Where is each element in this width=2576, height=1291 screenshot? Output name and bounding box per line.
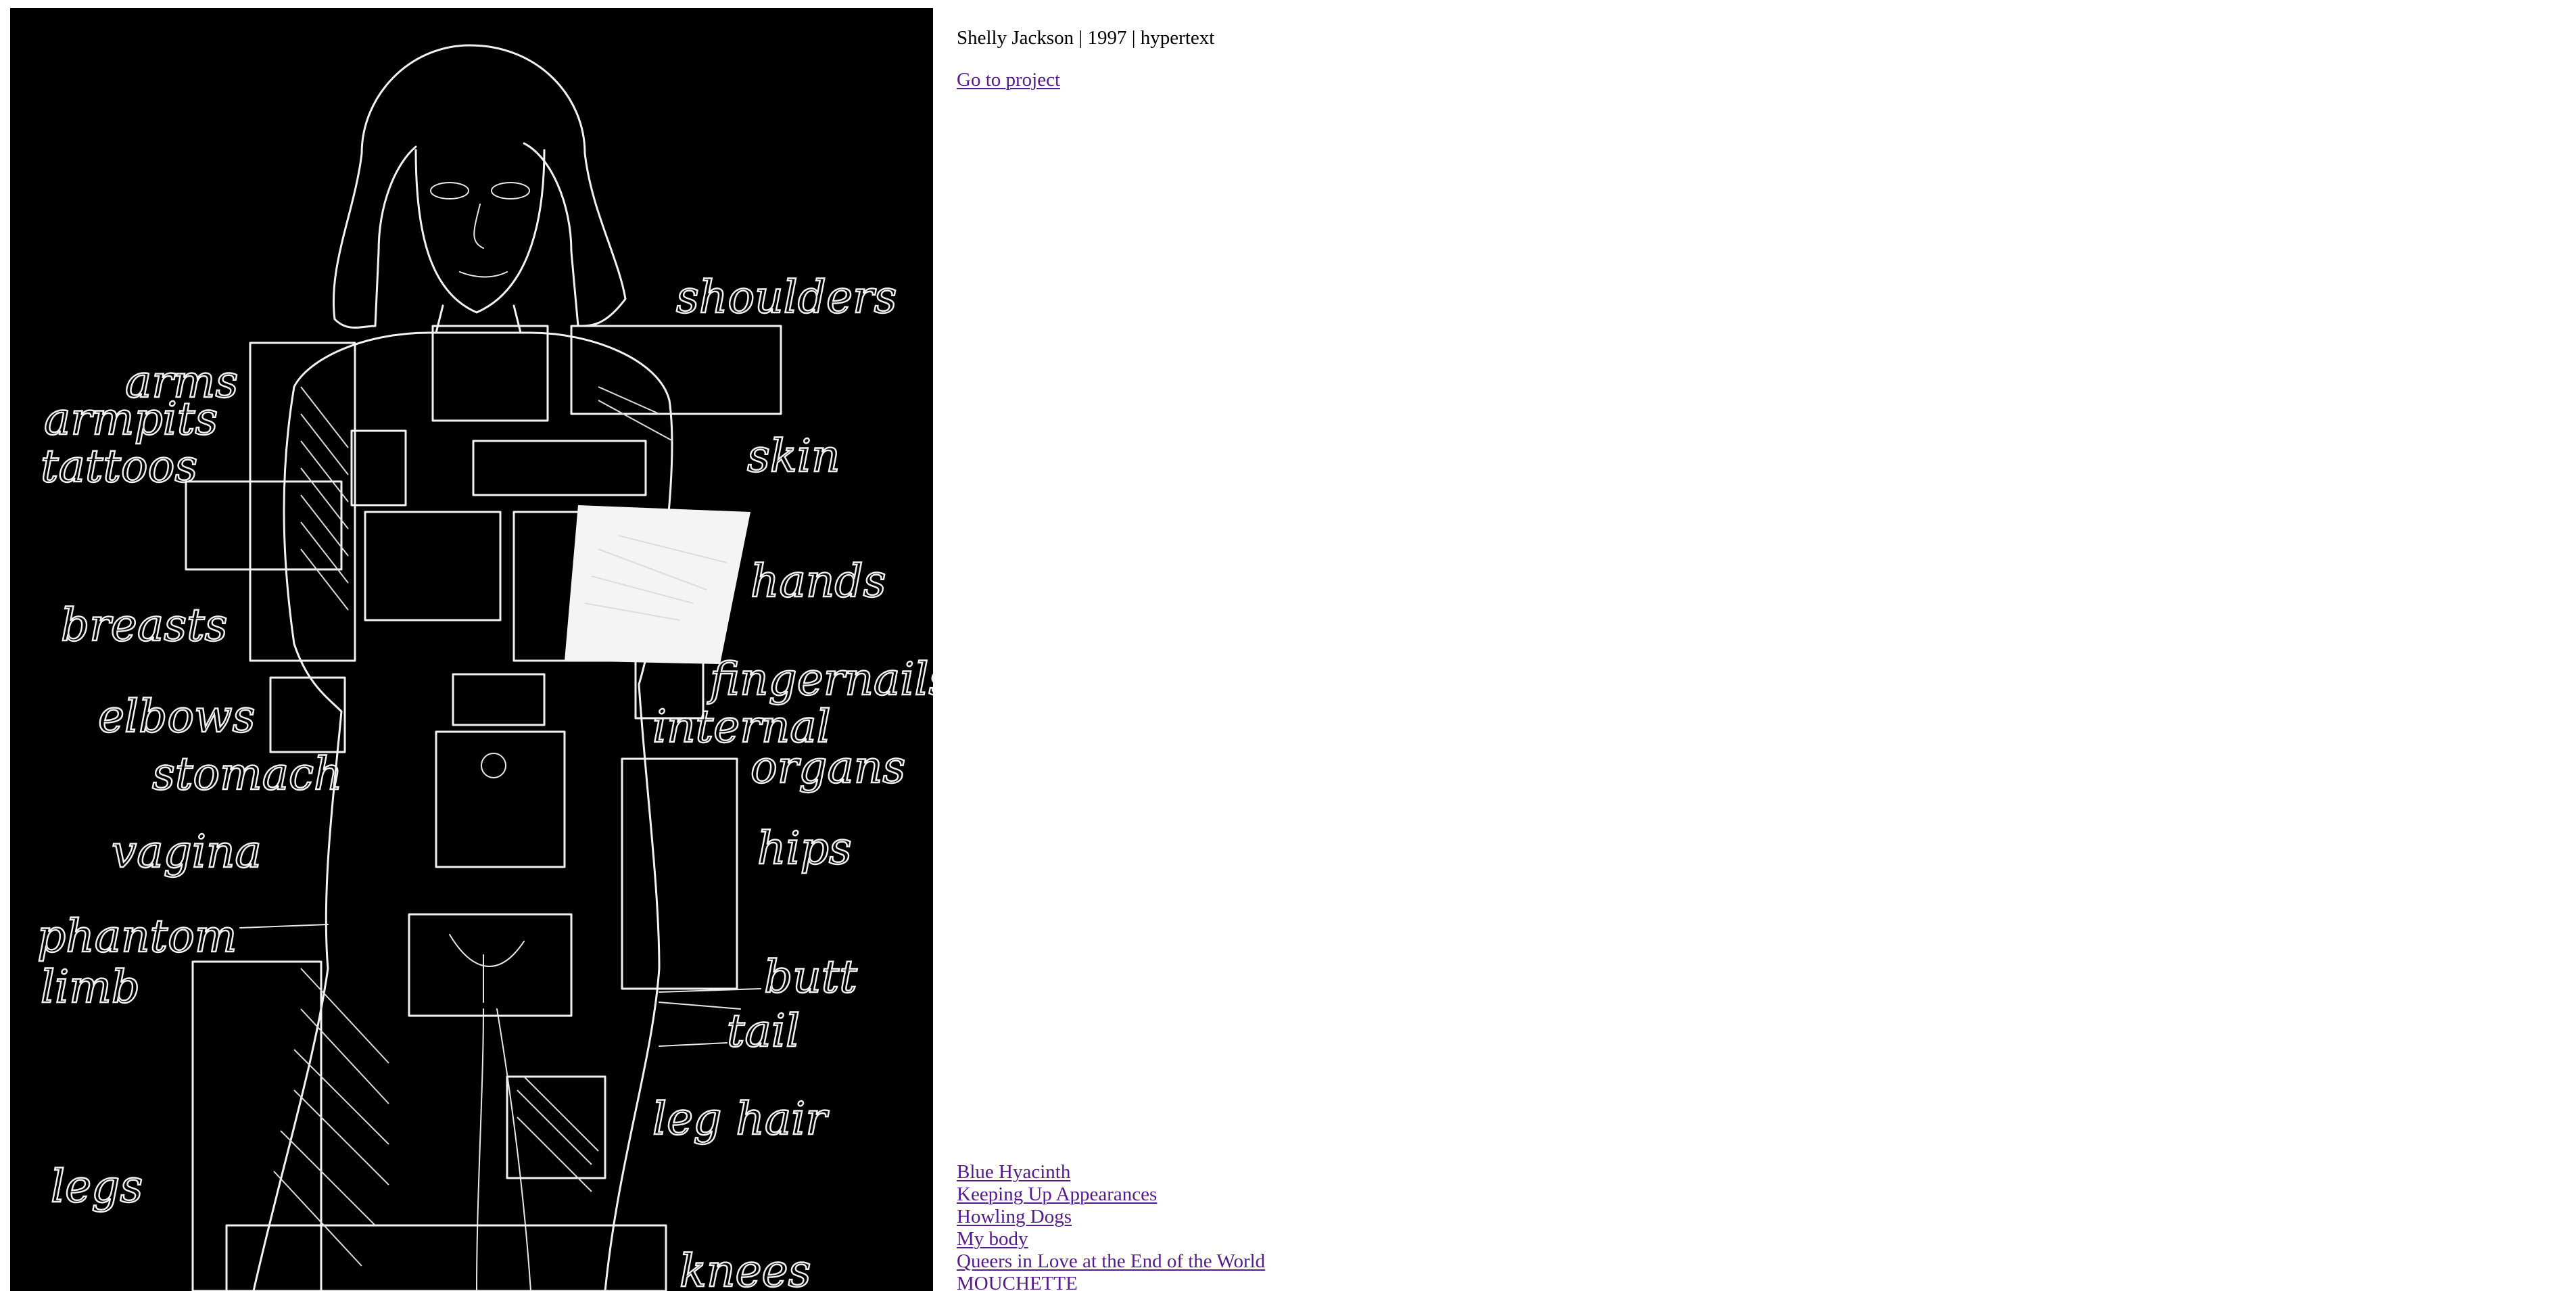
- project-info: Shelly Jackson | 1997 | hypertext Go to …: [957, 26, 1214, 91]
- label-tattoos: tattoos: [41, 440, 197, 492]
- label-knees: knees: [679, 1245, 811, 1291]
- right-eye: [491, 182, 530, 199]
- navel: [481, 753, 506, 778]
- hands-box: [565, 505, 750, 664]
- project-list: Blue Hyacinth Keeping Up Appearances How…: [957, 1161, 1265, 1291]
- label-breasts: breasts: [61, 599, 227, 651]
- armpit-box: [350, 429, 407, 507]
- internal-organs-box: [621, 757, 738, 990]
- nose-mouth: [459, 204, 508, 278]
- label-elbows: elbows: [98, 690, 256, 743]
- project-link-mouchette[interactable]: MOUCHETTE: [957, 1273, 1078, 1291]
- label-phantom: phantom: [37, 910, 237, 962]
- go-to-project-link[interactable]: Go to project: [957, 68, 1060, 91]
- label-skin: skin: [747, 430, 840, 482]
- body-map-drawing: shoulders arms armpits tattoos skin hand…: [37, 44, 933, 1291]
- body-map-artwork: shoulders arms armpits tattoos skin hand…: [10, 8, 933, 1291]
- label-armpits: armpits: [44, 393, 218, 445]
- project-link-keeping-up-appearances[interactable]: Keeping Up Appearances: [957, 1183, 1157, 1205]
- shoulders-box: [570, 325, 782, 415]
- arms-box: [249, 342, 356, 662]
- list-item: Howling Dogs: [957, 1206, 1265, 1228]
- left-eye: [430, 182, 469, 199]
- torso-outline: [252, 331, 673, 1291]
- stomach-box: [435, 730, 566, 868]
- hair-outline: [332, 44, 627, 329]
- label-hands: hands: [750, 555, 886, 607]
- label-butt: butt: [764, 951, 857, 1003]
- label-hips: hips: [757, 822, 852, 874]
- project-link-howling-dogs[interactable]: Howling Dogs: [957, 1206, 1072, 1227]
- neck-box: [431, 325, 549, 422]
- label-stomach: stomach: [152, 748, 343, 800]
- knees-box: [225, 1224, 667, 1291]
- neck: [435, 304, 522, 334]
- label-legs: legs: [51, 1160, 143, 1213]
- vagina-box: [408, 913, 573, 1017]
- label-vagina: vagina: [112, 826, 262, 878]
- tattoos-box: [185, 480, 343, 571]
- label-limb: limb: [41, 961, 140, 1013]
- list-item: Blue Hyacinth: [957, 1161, 1265, 1183]
- label-organs: organs: [750, 741, 905, 793]
- project-link-queers-in-love[interactable]: Queers in Love at the End of the World: [957, 1250, 1265, 1272]
- label-leg-hair: leg hair: [652, 1093, 829, 1145]
- elbows-box: [269, 676, 346, 753]
- label-fingernails: fingernails: [707, 653, 933, 705]
- list-item: MOUCHETTE: [957, 1273, 1265, 1291]
- list-item: Queers in Love at the End of the World: [957, 1250, 1265, 1273]
- label-tail: tail: [727, 1005, 800, 1057]
- list-item: My body: [957, 1228, 1265, 1250]
- project-link-blue-hyacinth[interactable]: Blue Hyacinth: [957, 1161, 1070, 1183]
- project-credit: Shelly Jackson | 1997 | hypertext: [957, 27, 1215, 49]
- face-outline: [414, 149, 546, 314]
- stomach-box-upper: [452, 673, 546, 726]
- inner-leg-lines: [476, 1008, 531, 1291]
- vagina-drawing: [449, 934, 525, 1003]
- label-shoulders: shoulders: [676, 271, 897, 323]
- list-item: Keeping Up Appearances: [957, 1183, 1265, 1206]
- skin-box: [472, 440, 647, 496]
- breast-box-left: [364, 511, 502, 621]
- project-link-my-body[interactable]: My body: [957, 1228, 1028, 1250]
